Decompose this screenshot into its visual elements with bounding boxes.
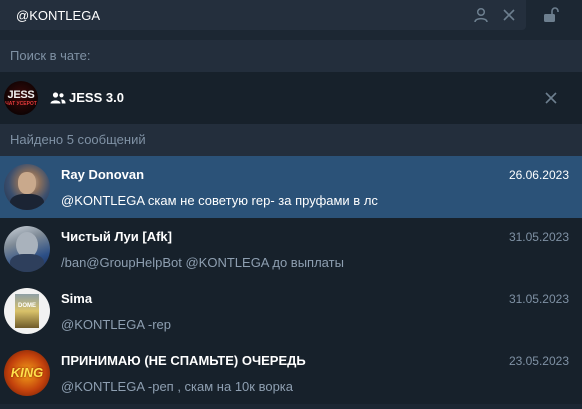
avatar-text: DOME (18, 303, 36, 309)
sender-name: ПРИНИМАЮ (НЕ СПАМЬТЕ) ОЧЕРЕДЬ (61, 353, 306, 368)
search-input[interactable] (16, 6, 456, 24)
message-preview: @KONTLEGA скам не советую rep- за пруфам… (61, 193, 378, 208)
message-date: 23.05.2023 (508, 354, 569, 368)
message-preview: /ban@GroupHelpBot @KONTLEGA до выплаты (61, 255, 344, 270)
message-date: 26.06.2023 (508, 168, 569, 182)
results-count-label: Найдено 5 сообщений (0, 124, 582, 156)
result-item[interactable]: DOME Sima 31.05.2023 @KONTLEGA -rep (0, 280, 582, 342)
avatar (4, 164, 50, 210)
message-date: 31.05.2023 (508, 292, 569, 306)
user-icon[interactable] (470, 4, 492, 26)
sender-name: Чистый Луи [Afk] (61, 229, 172, 244)
avatar: KING (4, 350, 50, 396)
top-bar (0, 0, 582, 40)
search-in-chat-label: Поиск в чате: (0, 40, 582, 72)
unlock-icon[interactable] (540, 4, 562, 26)
chat-avatar: JESS ЧАТ УСЕРОТ (4, 81, 38, 115)
chat-avatar-subtitle: ЧАТ УСЕРОТ (5, 100, 37, 107)
result-item[interactable]: KING ПРИНИМАЮ (НЕ СПАМЬТЕ) ОЧЕРЕДЬ 23.05… (0, 342, 582, 404)
result-item[interactable]: Чистый Луи [Afk] 31.05.2023 /ban@GroupHe… (0, 218, 582, 280)
search-box[interactable] (0, 0, 526, 30)
chat-name: JESS 3.0 (69, 90, 124, 105)
avatar (4, 226, 50, 272)
close-chat-filter-icon[interactable] (540, 87, 562, 109)
sender-name: Sima (61, 291, 93, 306)
close-icon[interactable] (498, 4, 520, 26)
message-preview: @KONTLEGA -rep (61, 317, 172, 332)
group-icon (50, 92, 66, 104)
chat-avatar-title: JESS (7, 88, 35, 101)
sender-name: Ray Donovan (61, 167, 145, 182)
avatar-text: KING (10, 365, 44, 380)
result-item[interactable]: Ray Donovan 26.06.2023 @KONTLEGA скам не… (0, 156, 582, 218)
message-date: 31.05.2023 (508, 230, 569, 244)
results-list: Ray Donovan 26.06.2023 @KONTLEGA скам не… (0, 156, 582, 404)
message-preview: @KONTLEGA -реп , скам на 10к ворка (61, 379, 294, 394)
avatar: DOME (4, 288, 50, 334)
